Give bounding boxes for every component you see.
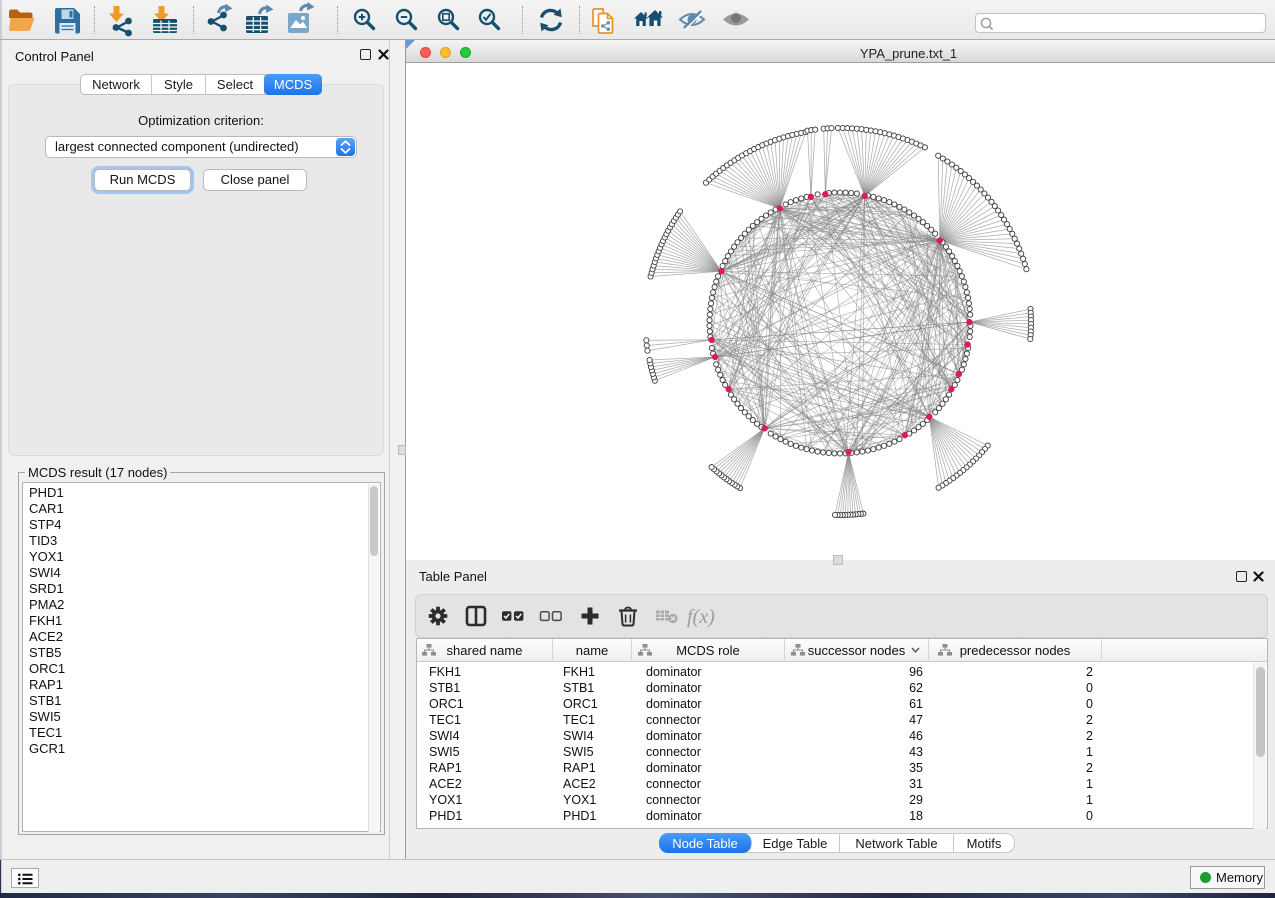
svg-text:f(x): f(x) [687,606,715,628]
